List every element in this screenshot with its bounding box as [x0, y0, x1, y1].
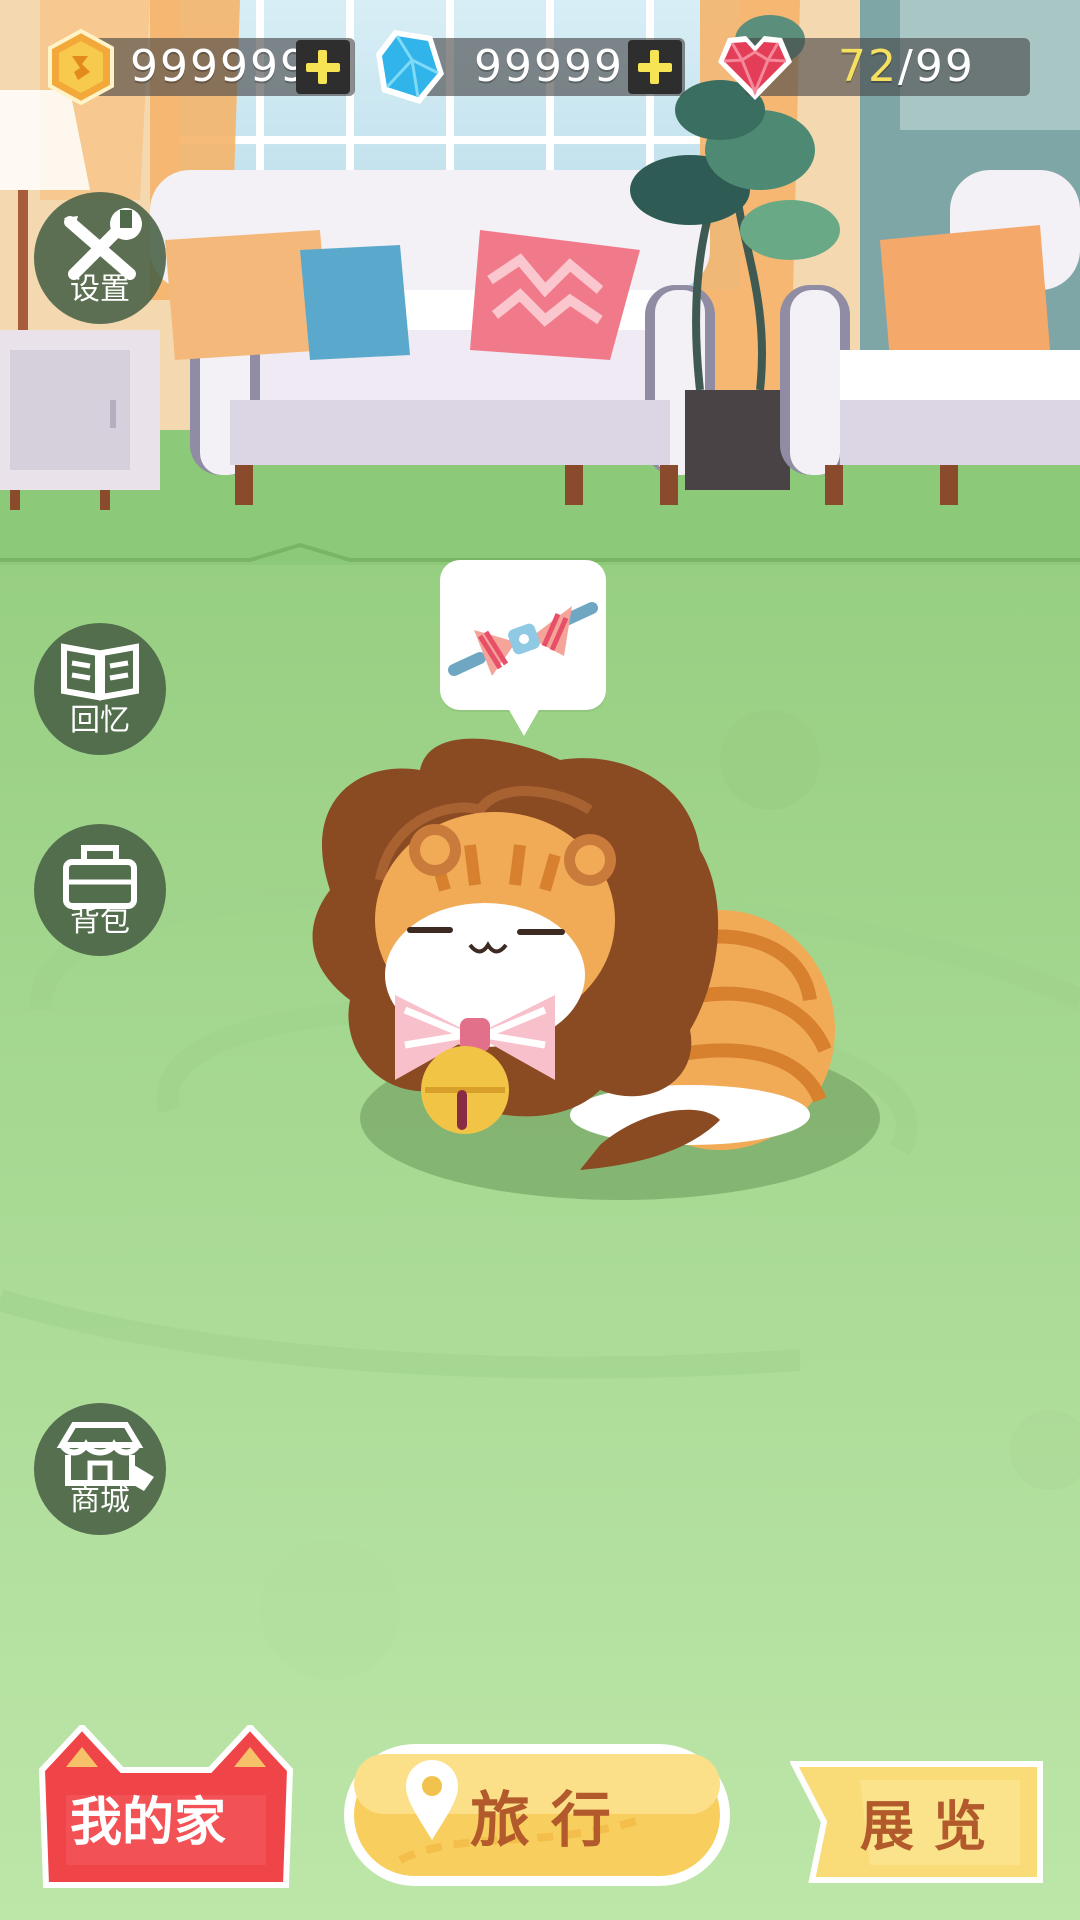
- backpack-label: 背包: [70, 904, 130, 939]
- map-pin-icon: [406, 1760, 458, 1840]
- home-tab[interactable]: 我的家: [70, 1780, 226, 1855]
- memories-label: 回忆: [70, 703, 130, 738]
- gold-coin-icon: [48, 28, 114, 106]
- energy-max: 99: [914, 41, 975, 92]
- settings-button[interactable]: 设置: [34, 192, 166, 324]
- add-coins-button[interactable]: [296, 40, 350, 94]
- energy-separator: /: [898, 41, 915, 92]
- settings-label: 设置: [70, 272, 130, 307]
- pet-thought-bubble[interactable]: [440, 560, 606, 736]
- shop-label: 商城: [70, 1483, 130, 1518]
- coin-amount: 999999: [130, 41, 310, 92]
- blue-gem-icon: [376, 30, 444, 104]
- memories-button[interactable]: 回忆: [34, 623, 166, 755]
- gem-amount: 99999: [474, 41, 624, 92]
- energy-current: 72: [838, 41, 898, 92]
- exhibit-tab[interactable]: 展 览: [860, 1782, 987, 1861]
- shop-button[interactable]: 商城: [34, 1403, 166, 1535]
- red-heart-gem-icon: [718, 36, 792, 100]
- backpack-button[interactable]: 背包: [34, 824, 166, 956]
- bow-tie-icon: [448, 602, 598, 676]
- add-gems-button[interactable]: [628, 40, 682, 94]
- travel-button[interactable]: 旅 行: [470, 1772, 611, 1859]
- energy-amount: 72/99: [838, 38, 975, 96]
